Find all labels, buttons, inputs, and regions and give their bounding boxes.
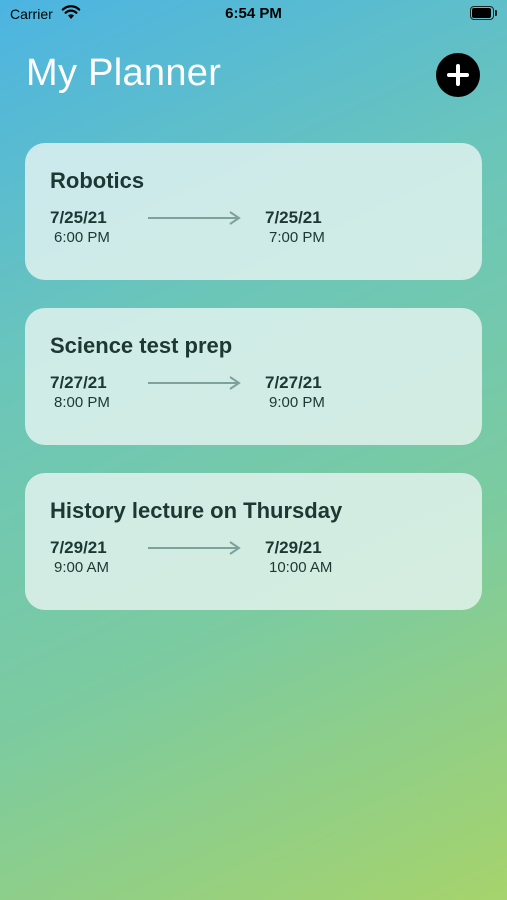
battery-icon <box>470 6 497 20</box>
event-card[interactable]: Science test prep 7/27/21 8:00 PM 7/27/2… <box>25 308 482 445</box>
arrow-right-icon <box>148 541 241 555</box>
status-time: 6:54 PM <box>225 5 282 22</box>
end-datetime: 7/25/21 7:00 PM <box>265 208 325 246</box>
start-datetime: 7/29/21 9:00 AM <box>50 538 109 576</box>
end-datetime: 7/29/21 10:00 AM <box>265 538 332 576</box>
event-title: History lecture on Thursday <box>50 498 343 523</box>
status-bar: Carrier 6:54 PM <box>0 0 507 28</box>
page-title: My Planner <box>26 52 222 94</box>
end-datetime: 7/27/21 9:00 PM <box>265 373 325 411</box>
arrow-right-icon <box>148 211 241 225</box>
event-title: Science test prep <box>50 333 233 358</box>
start-date: 7/25/21 <box>50 208 107 227</box>
start-time: 9:00 AM <box>54 559 110 576</box>
event-card[interactable]: Robotics 7/25/21 6:00 PM 7/25/21 7:00 PM <box>25 143 482 280</box>
start-time: 8:00 PM <box>54 394 110 411</box>
event-title: Robotics <box>50 168 145 193</box>
end-date: 7/27/21 <box>265 373 322 392</box>
start-date: 7/29/21 <box>50 538 107 557</box>
start-time: 6:00 PM <box>54 229 110 246</box>
event-card[interactable]: History lecture on Thursday 7/29/21 9:00… <box>25 473 482 610</box>
start-datetime: 7/25/21 6:00 PM <box>50 208 110 246</box>
add-event-button[interactable] <box>436 53 480 97</box>
start-datetime: 7/27/21 8:00 PM <box>50 373 110 411</box>
arrow-right-icon <box>148 376 241 390</box>
end-date: 7/25/21 <box>265 208 322 227</box>
end-time: 10:00 AM <box>269 559 333 576</box>
start-date: 7/27/21 <box>50 373 107 392</box>
end-time: 9:00 PM <box>269 394 325 411</box>
end-time: 7:00 PM <box>269 229 325 246</box>
end-date: 7/29/21 <box>265 538 322 557</box>
